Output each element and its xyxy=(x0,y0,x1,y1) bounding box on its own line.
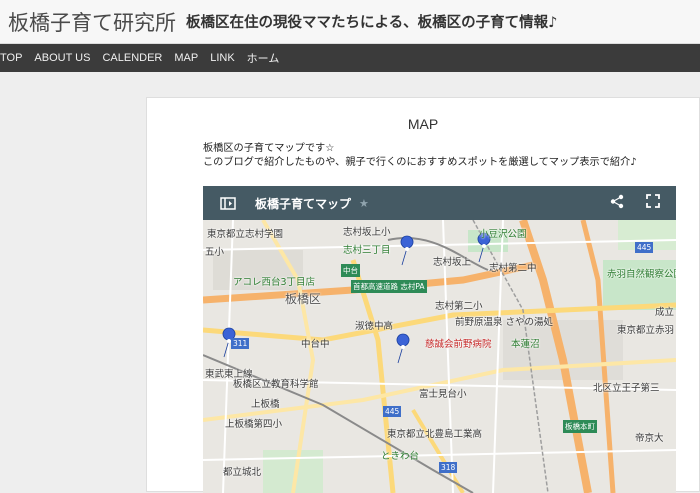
map-label: 中台中 xyxy=(301,339,330,350)
map-label: 北区立王子第三 xyxy=(593,383,660,394)
map-label: 板橋本町 xyxy=(563,420,597,433)
map-label: 東京都立志村学園 xyxy=(207,229,284,240)
map-label: 富士見台小 xyxy=(419,389,467,400)
intro-line-1: 板橋区の子育てマップです☆ xyxy=(203,143,335,154)
map-label: 前野原温泉 さやの湯処 xyxy=(455,317,554,328)
share-icon[interactable] xyxy=(610,194,624,213)
nav-item-home[interactable]: ホーム xyxy=(247,50,280,66)
map-label: 五小 xyxy=(205,247,225,258)
map-label: 都立城北 xyxy=(223,467,262,478)
embedded-map[interactable]: 板橋子育てマップ ★ 東京都立志村学園 志村坂上小 小豆沢公園 志村三丁目 五小… xyxy=(203,186,676,493)
map-label: 帝京大 xyxy=(635,433,664,444)
map-canvas[interactable]: 東京都立志村学園 志村坂上小 小豆沢公園 志村三丁目 五小 志村坂上 志村第二中… xyxy=(203,220,676,493)
map-toolbar-actions xyxy=(610,186,660,220)
map-label: 慈誠会前野病院 xyxy=(425,339,492,350)
map-label: 志村第二小 xyxy=(435,301,483,312)
content-card: MAP 板橋区の子育てマップです☆ このブログで紹介したものや、親子で行くのにお… xyxy=(146,97,700,493)
route-shield: 311 xyxy=(231,338,250,349)
map-label: 志村第二中 xyxy=(489,263,537,274)
route-shield: 318 xyxy=(439,462,458,473)
map-label: 東京都立北豊島工業高 xyxy=(387,429,483,440)
map-label: ときわ台 xyxy=(381,451,420,462)
page-title: MAP xyxy=(407,116,439,132)
map-label: 首都高速道路 志村PA xyxy=(351,280,427,293)
nav-item-top[interactable]: TOP xyxy=(0,52,22,64)
map-label: アコレ西台3丁目店 xyxy=(233,277,316,288)
nav-item-link[interactable]: LINK xyxy=(210,52,234,64)
nav-item-map[interactable]: MAP xyxy=(174,52,198,64)
map-label: 上板橋第四小 xyxy=(225,419,283,430)
map-label: 板橋区立教育科学館 xyxy=(233,379,319,390)
map-label: 東京都立赤羽 xyxy=(617,325,675,336)
star-icon[interactable]: ★ xyxy=(359,197,369,210)
map-label: 志村三丁目 xyxy=(343,245,391,256)
route-shield: 445 xyxy=(383,406,402,417)
intro-text: 板橋区の子育てマップです☆ このブログで紹介したものや、親子で行くのにおすすめス… xyxy=(203,142,637,170)
fullscreen-icon[interactable] xyxy=(646,194,660,212)
map-label: 赤羽自然観察公園 xyxy=(607,269,676,280)
map-label: 中台 xyxy=(341,264,360,277)
route-shield: 445 xyxy=(635,242,654,253)
site-title[interactable]: 板橋子育て研究所 xyxy=(8,7,176,37)
intro-line-2: このブログで紹介したものや、親子で行くのにおすすめスポットを厳選してマップ表示で… xyxy=(203,157,637,168)
map-label: 成立 xyxy=(655,307,675,318)
nav-item-calender[interactable]: CALENDER xyxy=(102,52,162,64)
site-header: 板橋子育て研究所 板橋区在住の現役ママたちによる、板橋区の子育て情報♪ xyxy=(0,0,700,44)
map-label: 上板橋 xyxy=(251,399,280,410)
map-label: 志村坂上 xyxy=(433,257,472,268)
map-label: 小豆沢公園 xyxy=(479,229,527,240)
main-nav: TOP ABOUT US CALENDER MAP LINK ホーム xyxy=(0,44,700,72)
map-title[interactable]: 板橋子育てマップ xyxy=(255,195,351,212)
map-label: 淑徳中高 xyxy=(355,321,394,332)
map-label: 志村坂上小 xyxy=(343,227,391,238)
site-description: 板橋区在住の現役ママたちによる、板橋区の子育て情報♪ xyxy=(186,15,558,31)
map-label: 本蓮沼 xyxy=(511,339,540,350)
map-label: 板橋区 xyxy=(285,292,322,306)
map-toolbar: 板橋子育てマップ ★ xyxy=(203,186,676,220)
map-legend-toggle-icon[interactable] xyxy=(219,196,237,210)
nav-item-about[interactable]: ABOUT US xyxy=(34,52,90,64)
